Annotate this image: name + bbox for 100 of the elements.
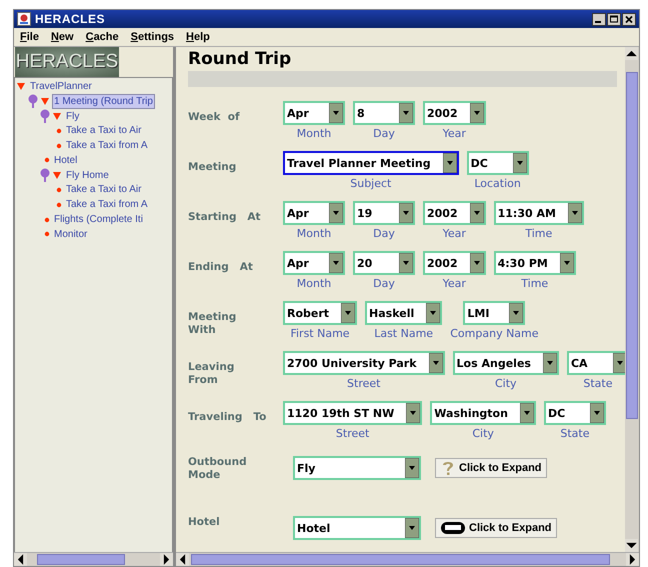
- dropdown-arrow-icon: [509, 303, 524, 323]
- tree-item[interactable]: Flights (Complete Iti: [52, 212, 145, 228]
- menu-item[interactable]: New: [50, 31, 74, 43]
- scroll-up-icon[interactable]: [625, 47, 638, 60]
- dropdown[interactable]: DC: [544, 401, 606, 425]
- dropdown[interactable]: Los Angeles: [452, 351, 559, 375]
- dropdown[interactable]: 2002: [423, 201, 486, 225]
- expanded-icon[interactable]: [16, 81, 26, 92]
- dropdown[interactable]: 4:30 PM: [494, 251, 576, 275]
- dropdown-arrow-icon: [428, 353, 443, 373]
- tree-item[interactable]: Take a Taxi from A: [64, 197, 150, 212]
- dropdown[interactable]: Haskell: [365, 301, 442, 325]
- expand-button[interactable]: Click to Expand: [435, 518, 557, 538]
- field-caption: Day: [373, 227, 395, 240]
- menu-item[interactable]: Cache: [86, 31, 119, 43]
- scroll-right-icon[interactable]: [160, 553, 173, 566]
- bullet-icon: [56, 186, 62, 193]
- bullet-icon: [56, 142, 62, 149]
- dropdown[interactable]: 20: [353, 251, 415, 275]
- dropdown[interactable]: 8: [353, 101, 415, 125]
- dropdown[interactable]: Washington: [430, 401, 536, 425]
- pin-icon: [40, 108, 50, 123]
- tree-item[interactable]: Fly Home: [64, 168, 111, 183]
- field-caption: First Name: [290, 327, 350, 340]
- dropdown-arrow-icon: [329, 253, 343, 273]
- field-caption: Company Name: [450, 327, 539, 340]
- tree-item[interactable]: Fly: [64, 108, 82, 124]
- vertical-scrollbar[interactable]: [625, 47, 639, 552]
- dropdown[interactable]: 11:30 AM: [494, 201, 584, 225]
- tree-item[interactable]: Monitor: [52, 226, 90, 242]
- field-label: Meeting With: [188, 310, 238, 338]
- scroll-left-icon[interactable]: [14, 553, 27, 566]
- dropdown-arrow-icon: [405, 458, 419, 478]
- minimize-icon[interactable]: [592, 12, 606, 26]
- expanded-icon[interactable]: [40, 96, 50, 106]
- dropdown[interactable]: Hotel: [293, 516, 421, 540]
- scroll-left-icon[interactable]: [176, 553, 189, 566]
- dropdown[interactable]: CA: [566, 351, 625, 375]
- pin-icon: [28, 94, 38, 108]
- field-label: Starting At: [188, 210, 262, 225]
- field-caption: City: [494, 377, 517, 390]
- form-title: Round Trip: [188, 49, 292, 71]
- tree-item[interactable]: Take a Taxi to Air: [64, 182, 144, 198]
- dropdown-arrow-icon: [568, 203, 582, 223]
- field-caption: Month: [296, 277, 332, 290]
- dropdown[interactable]: Fly: [293, 456, 421, 480]
- tree-item[interactable]: Take a Taxi from A: [64, 138, 150, 154]
- bullet-icon: [44, 157, 50, 164]
- field-caption: Street: [336, 427, 370, 440]
- dropdown-arrow-icon: [512, 153, 527, 173]
- dropdown[interactable]: LMI: [463, 301, 526, 325]
- tree-item[interactable]: Hotel: [52, 152, 80, 168]
- dropdown[interactable]: 1120 19th ST NW: [283, 401, 422, 425]
- tree-item[interactable]: Take a Taxi to Air: [64, 123, 144, 138]
- field-caption: Subject: [350, 177, 392, 190]
- field-caption: Location: [474, 177, 521, 190]
- horizontal-scrollbar[interactable]: [14, 552, 173, 566]
- dropdown[interactable]: Apr: [283, 251, 345, 275]
- dropdown[interactable]: 2700 University Park: [283, 351, 445, 375]
- menu-item[interactable]: File: [20, 31, 39, 43]
- field-caption: Time: [521, 277, 548, 290]
- tree-item[interactable]: TravelPlanner: [28, 78, 94, 94]
- dropdown-arrow-icon: [442, 153, 457, 173]
- dropdown[interactable]: Apr: [283, 201, 345, 225]
- expand-button[interactable]: Click to Expand: [435, 458, 547, 478]
- dropdown[interactable]: 2002: [423, 251, 486, 275]
- dropdown-arrow-icon: [329, 203, 343, 223]
- dropdown[interactable]: Apr: [283, 101, 345, 125]
- field-caption: Month: [296, 127, 332, 140]
- dropdown[interactable]: 2002: [423, 101, 486, 125]
- field-caption: Year: [442, 227, 466, 240]
- dropdown-arrow-icon: [406, 403, 420, 423]
- dropdown[interactable]: Travel Planner Meeting: [283, 151, 459, 175]
- dropdown-arrow-icon: [405, 518, 419, 538]
- dropdown[interactable]: 19: [353, 201, 415, 225]
- dropdown[interactable]: Robert: [283, 301, 358, 325]
- field-label: Ending At: [188, 260, 254, 275]
- field-label: Meeting: [188, 160, 238, 175]
- field-caption: Day: [373, 127, 395, 140]
- scroll-down-icon[interactable]: [625, 539, 638, 552]
- menu-item[interactable]: Settings: [130, 31, 174, 43]
- logo: HERACLES: [15, 47, 119, 77]
- dropdown[interactable]: DC: [466, 151, 529, 175]
- field-caption: Street: [347, 377, 380, 390]
- close-icon[interactable]: [622, 12, 636, 26]
- bullet-icon: [44, 231, 50, 238]
- field-caption: City: [472, 427, 494, 440]
- maximize-icon[interactable]: [607, 12, 621, 26]
- field-label: Outbound Mode: [188, 456, 248, 483]
- question-icon: [440, 460, 456, 476]
- dropdown-arrow-icon: [612, 353, 625, 373]
- horizontal-scrollbar[interactable]: [176, 552, 639, 566]
- expanded-icon[interactable]: [52, 110, 62, 121]
- field-caption: State: [583, 377, 613, 390]
- expanded-icon[interactable]: [52, 170, 62, 180]
- bullet-icon: [56, 128, 62, 134]
- menu-item[interactable]: Help: [186, 31, 210, 43]
- scroll-right-icon[interactable]: [626, 553, 639, 566]
- dropdown-arrow-icon: [542, 353, 557, 373]
- tree-item[interactable]: 1 Meeting (Round Trip: [52, 94, 155, 109]
